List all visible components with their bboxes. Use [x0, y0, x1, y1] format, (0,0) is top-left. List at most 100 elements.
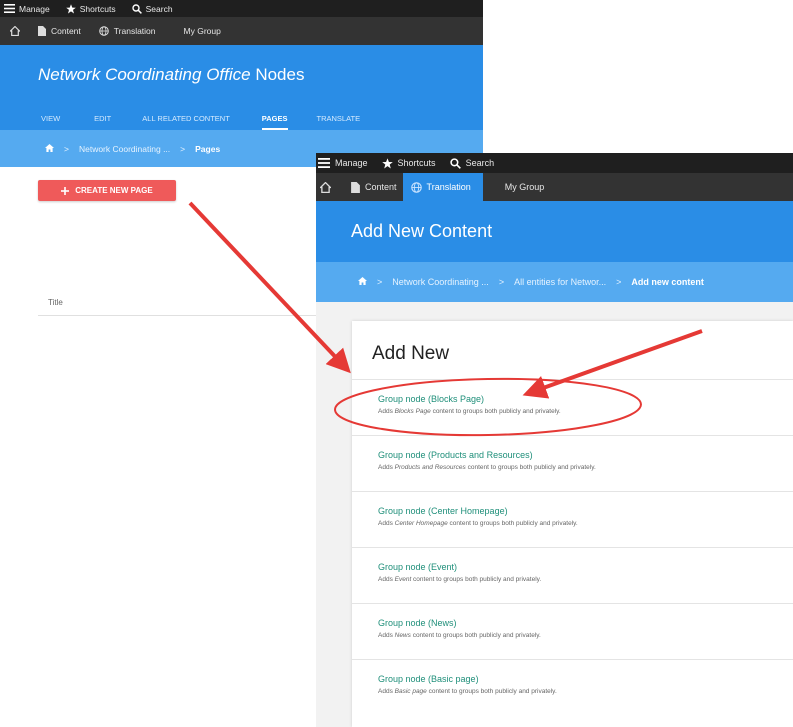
content-type-description: Adds Event content to groups both public… — [378, 576, 793, 583]
breadcrumb-current: Pages — [195, 143, 221, 154]
content-type-link[interactable]: Group node (Blocks Page) — [378, 394, 793, 404]
page-title: Add New Content — [351, 221, 493, 241]
desc-type: Event — [394, 576, 412, 583]
table-header-title[interactable]: Title — [48, 298, 63, 307]
breadcrumb-parent[interactable]: Network Coordinating ... — [79, 144, 170, 154]
desc-type: Products and Resources — [394, 464, 466, 471]
tab-pages-label: PAGES — [261, 114, 288, 123]
tab-view-label: VIEW — [41, 114, 61, 123]
globe-icon — [98, 26, 109, 36]
tray-my-group[interactable]: My Group — [184, 26, 221, 36]
breadcrumb-home[interactable] — [45, 143, 54, 154]
breadcrumb-separator: > — [64, 143, 69, 154]
page-title: Network Coordinating Office Nodes — [38, 65, 304, 85]
content-type-link[interactable]: Group node (Event) — [378, 562, 793, 572]
tab-all-related-content-label: ALL RELATED CONTENT — [142, 114, 230, 123]
tray-translation-label: Translation — [113, 26, 156, 36]
plus-icon — [61, 186, 70, 195]
desc-type: Blocks Page — [394, 408, 431, 415]
toolbar-search[interactable]: Search — [449, 157, 494, 169]
desc-suffix: content to groups both publicly and priv… — [447, 520, 578, 527]
tray-my-group[interactable]: My Group — [499, 173, 551, 201]
toolbar-shortcuts[interactable]: Shortcuts — [381, 157, 436, 169]
content-type-description: Adds Blocks Page content to groups both … — [378, 408, 793, 415]
tab-edit[interactable]: EDIT — [94, 107, 111, 130]
tray-translation[interactable]: Translation — [98, 26, 156, 36]
tab-edit-label: EDIT — [94, 114, 112, 123]
list-item[interactable]: Group node (Center Homepage) Adds Center… — [352, 491, 793, 547]
desc-suffix: content to groups both publicly and priv… — [430, 408, 561, 415]
tab-translate-label: TRANSLATE — [316, 114, 361, 123]
toolbar-manage[interactable]: Manage — [318, 158, 368, 168]
desc-suffix: content to groups both publicly and priv… — [465, 464, 596, 471]
page-title-italic: Network Coordinating Office — [38, 65, 251, 84]
content-type-description: Adds Products and Resources content to g… — [378, 464, 793, 471]
drupal-home-icon — [10, 26, 20, 36]
toolbar-manage[interactable]: Manage — [4, 4, 50, 14]
list-item[interactable]: Group node (News) Adds News content to g… — [352, 603, 793, 659]
create-new-page-button[interactable]: CREATE NEW PAGE — [38, 180, 176, 201]
toolbar-shortcuts-label: Shortcuts — [79, 3, 116, 14]
tab-view[interactable]: VIEW — [41, 107, 60, 130]
content-type-link[interactable]: Group node (News) — [378, 618, 793, 628]
tab-translate[interactable]: TRANSLATE — [317, 107, 361, 130]
toolbar-search[interactable]: Search — [131, 4, 173, 14]
tray-content-label: Content — [51, 26, 81, 36]
menu-icon — [318, 158, 330, 168]
drupal-home-icon — [320, 181, 331, 193]
page-header: Add New Content — [316, 201, 793, 262]
toolbar-shortcuts-label: Shortcuts — [397, 158, 436, 168]
screenshot-add-new-content: Manage Shortcuts Search Content Translat… — [316, 153, 793, 727]
list-item[interactable]: Group node (Event) Adds Event content to… — [352, 547, 793, 603]
desc-prefix: Adds — [378, 520, 395, 527]
breadcrumb-home[interactable] — [358, 277, 367, 287]
breadcrumb-first[interactable]: Network Coordinating ... — [392, 277, 489, 287]
admin-toolbar: Manage Shortcuts Search — [0, 0, 483, 17]
breadcrumb: > Network Coordinating ... > All entitie… — [316, 262, 793, 302]
toolbar-manage-label: Manage — [335, 158, 368, 168]
desc-prefix: Adds — [378, 576, 395, 583]
tray-content[interactable]: Content — [345, 173, 403, 201]
page-title-rest: Nodes — [250, 65, 305, 84]
tray-my-group-label: My Group — [504, 182, 545, 192]
toolbar-shortcuts[interactable]: Shortcuts — [65, 3, 116, 14]
desc-type: News — [394, 632, 411, 639]
star-icon — [65, 3, 76, 13]
desc-prefix: Adds — [378, 408, 395, 415]
list-item[interactable]: Group node (Products and Resources) Adds… — [352, 435, 793, 491]
desc-type: Basic page — [394, 688, 427, 695]
desc-suffix: content to groups both publicly and priv… — [410, 632, 541, 639]
search-icon — [449, 157, 461, 169]
tray-translation[interactable]: Translation — [402, 173, 483, 201]
tab-pages[interactable]: PAGES — [261, 107, 288, 130]
tray-translation-label: Translation — [426, 182, 471, 192]
breadcrumb-second[interactable]: All entities for Networ... — [514, 277, 606, 287]
toolbar-tray: Content Translation My Group — [0, 17, 483, 45]
tray-my-group-label: My Group — [183, 26, 221, 36]
section-title: Add New — [372, 343, 450, 364]
breadcrumb-separator: > — [498, 277, 505, 287]
list-item[interactable]: Group node (Blocks Page) Adds Blocks Pag… — [352, 379, 793, 435]
desc-prefix: Adds — [378, 632, 395, 639]
content-type-link[interactable]: Group node (Basic page) — [378, 674, 793, 684]
desc-type: Center Homepage — [394, 520, 448, 527]
tab-all-related-content[interactable]: ALL RELATED CONTENT — [142, 107, 230, 130]
content-type-link[interactable]: Group node (Center Homepage) — [378, 506, 793, 516]
content-type-description: Adds News content to groups both publicl… — [378, 632, 793, 639]
tray-content[interactable]: Content — [38, 26, 81, 36]
menu-icon — [4, 4, 15, 13]
list-item[interactable]: Group node (Basic page) Adds Basic page … — [352, 659, 793, 715]
content-type-description: Adds Basic page content to groups both p… — [378, 688, 793, 695]
desc-prefix: Adds — [378, 688, 395, 695]
home-tray-link[interactable] — [316, 173, 337, 201]
home-icon — [358, 277, 367, 285]
home-tray-link[interactable] — [10, 26, 20, 36]
breadcrumb-separator: > — [377, 277, 383, 287]
file-icon — [38, 26, 46, 36]
globe-icon — [410, 181, 422, 193]
star-icon — [381, 157, 393, 168]
add-new-card: Add New Group node (Blocks Page) Adds Bl… — [352, 321, 793, 727]
home-icon — [45, 143, 54, 152]
content-type-link[interactable]: Group node (Products and Resources) — [378, 450, 793, 460]
admin-toolbar: Manage Shortcuts Search — [316, 153, 793, 173]
